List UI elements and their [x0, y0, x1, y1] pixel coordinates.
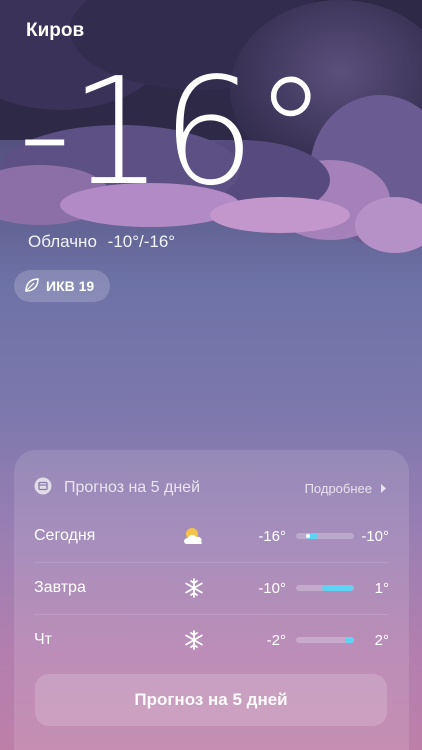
condition-line: Облачно -10°/-16° — [28, 232, 175, 252]
temp-range-fill — [322, 585, 353, 591]
condition-text: Облачно — [28, 232, 97, 251]
forecast-row-tomorrow[interactable]: Завтра -10° 1° — [34, 562, 389, 615]
leaf-icon — [24, 277, 40, 296]
high-temp: 1° — [374, 579, 389, 597]
forecast-header: Прогноз на 5 дней Подробнее — [34, 476, 387, 500]
high-temp: -10° — [361, 527, 389, 545]
day-label: Сегодня — [34, 527, 96, 544]
temp-range: -10°/-16° — [107, 232, 176, 251]
snowflake-icon — [174, 578, 214, 598]
day-label: Чт — [34, 631, 52, 648]
temp-range-bar — [296, 585, 354, 591]
temp-range-bar — [296, 637, 354, 643]
day-label: Завтра — [34, 579, 86, 596]
forecast-card: Прогноз на 5 дней Подробнее Сегодня -16°… — [14, 450, 409, 750]
city-name: Киров — [26, 20, 85, 41]
chevron-right-icon — [380, 481, 387, 496]
current-temp-dot — [305, 534, 310, 538]
temp-range-fill — [345, 637, 354, 643]
aqi-badge[interactable]: ИКВ 19 — [14, 270, 110, 302]
low-temp: -2° — [266, 631, 286, 649]
temp-range-bar — [296, 533, 354, 539]
current-temperature: -16° — [18, 46, 328, 218]
partly-cloudy-icon — [174, 526, 214, 546]
high-temp: 2° — [374, 631, 389, 649]
forecast-row-today[interactable]: Сегодня -16° -10° — [34, 510, 389, 563]
aqi-label: ИКВ 19 — [46, 278, 95, 294]
five-day-forecast-button[interactable]: Прогноз на 5 дней — [35, 674, 387, 726]
snowflake-icon — [174, 630, 214, 650]
forecast-title: Прогноз на 5 дней — [64, 479, 200, 496]
forecast-row-thursday[interactable]: Чт -2° 2° — [34, 614, 389, 666]
more-link[interactable]: Подробнее — [305, 481, 387, 496]
low-temp: -16° — [258, 527, 286, 545]
more-label: Подробнее — [304, 480, 372, 496]
low-temp: -10° — [258, 579, 286, 597]
calendar-icon — [34, 477, 52, 500]
